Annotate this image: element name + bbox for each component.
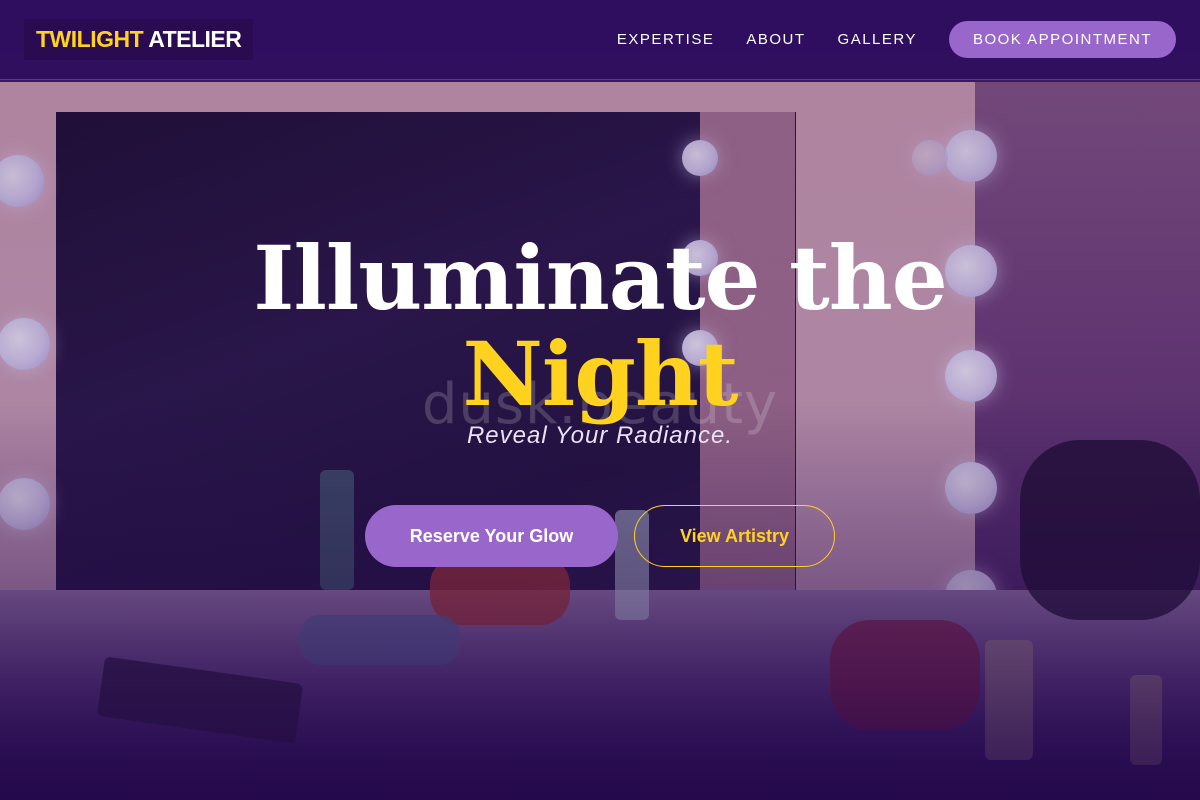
logo-part1: TWILIGHT <box>36 26 144 52</box>
book-appointment-button[interactable]: BOOK APPOINTMENT <box>948 21 1176 58</box>
hero-headline: Illuminate the <box>253 226 947 330</box>
main-nav: EXPERTISE ABOUT GALLERY BOOK APPOINTMENT <box>585 21 1176 58</box>
hero-tagline: Reveal Your Radiance. <box>466 422 734 449</box>
reserve-your-glow-button[interactable]: Reserve Your Glow <box>365 505 618 567</box>
hero-buttons: Reserve Your Glow View Artistry <box>0 505 1200 567</box>
hero-headline-accent: Night <box>462 322 738 426</box>
view-artistry-button[interactable]: View Artistry <box>634 505 835 567</box>
nav-link-about[interactable]: ABOUT <box>746 31 805 48</box>
hero: Illuminate the Night Reveal Your Radianc… <box>0 230 1200 450</box>
nav-link-gallery[interactable]: GALLERY <box>838 31 917 48</box>
logo[interactable]: TWILIGHT ATELIER <box>24 19 254 60</box>
navbar: TWILIGHT ATELIER EXPERTISE ABOUT GALLERY… <box>0 0 1200 80</box>
logo-part2: ATELIER <box>148 26 242 52</box>
nav-link-expertise[interactable]: EXPERTISE <box>617 31 714 48</box>
